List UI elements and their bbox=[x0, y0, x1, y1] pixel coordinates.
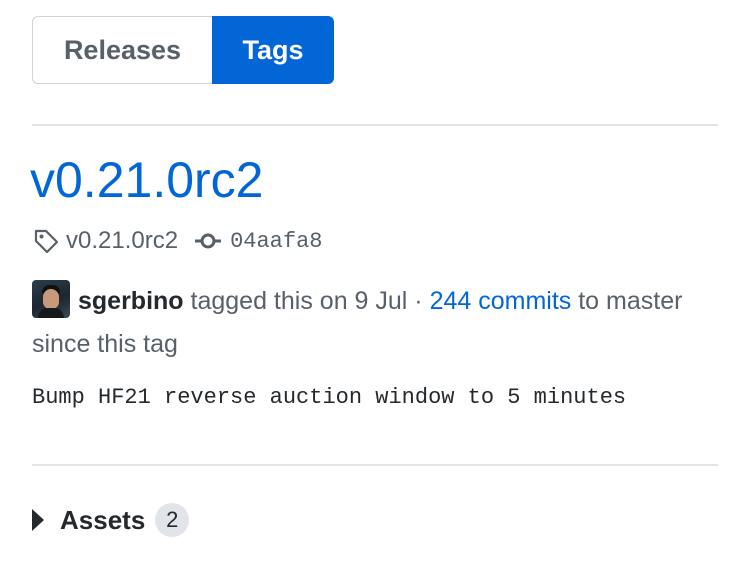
divider-top bbox=[32, 124, 718, 126]
commits-since-link[interactable]: 244 commits bbox=[430, 287, 572, 315]
avatar[interactable] bbox=[32, 280, 70, 318]
release-meta: v0.21.0rc2 04aafa8 bbox=[32, 226, 323, 256]
tab-releases[interactable]: Releases bbox=[32, 16, 212, 84]
assets-label: Assets bbox=[60, 504, 146, 535]
triangle-right-icon bbox=[32, 509, 44, 531]
release-byline: sgerbino tagged this on 9 Jul · 244 comm… bbox=[32, 280, 712, 366]
tagged-text: tagged this on 9 Jul · bbox=[183, 287, 430, 315]
tag-icon bbox=[32, 227, 60, 255]
release-tabs: Releases Tags bbox=[32, 16, 334, 84]
assets-count-badge: 2 bbox=[155, 503, 190, 537]
author-link[interactable]: sgerbino bbox=[78, 287, 184, 315]
git-commit-icon bbox=[194, 231, 222, 251]
release-title-link[interactable]: v0.21.0rc2 bbox=[30, 150, 263, 210]
assets-toggle[interactable]: Assets 2 bbox=[32, 500, 190, 540]
divider-bottom bbox=[32, 464, 718, 466]
tab-tags[interactable]: Tags bbox=[212, 16, 334, 84]
commit-sha-link[interactable]: 04aafa8 bbox=[230, 229, 322, 254]
release-description: Bump HF21 reverse auction window to 5 mi… bbox=[32, 385, 627, 410]
tag-name-link[interactable]: v0.21.0rc2 bbox=[66, 227, 178, 255]
